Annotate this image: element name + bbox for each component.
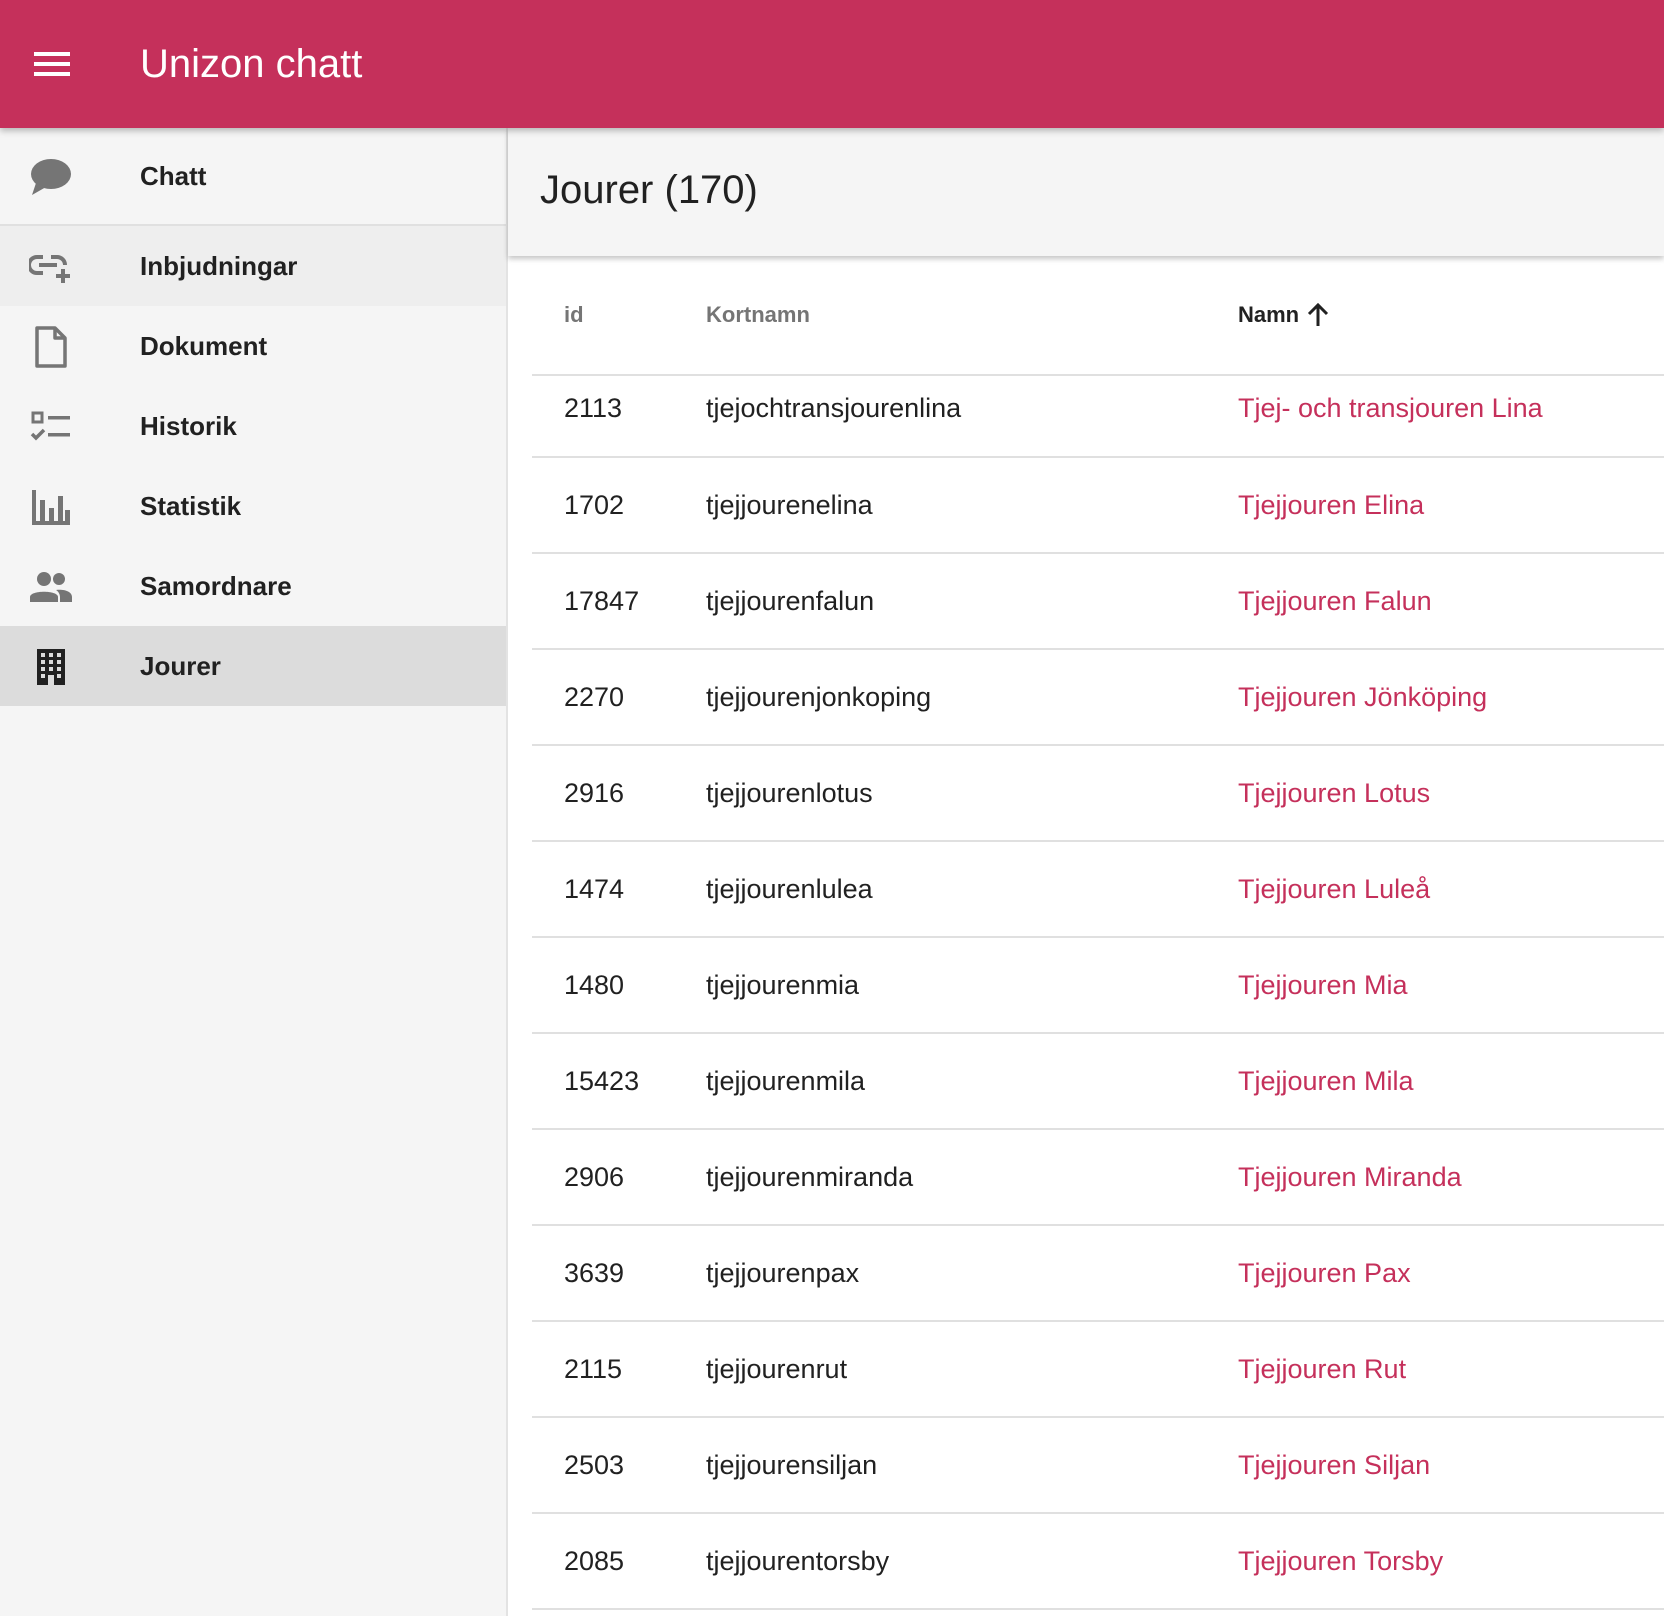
- cell-kortnamn: tjejjourenfalun: [706, 586, 875, 616]
- table-row[interactable]: 2113 tjejochtransjourenlina Tjej- och tran…: [532, 376, 1664, 458]
- main-content: Jourer (170) id Kortnamn Namn 2113 tjejoc…: [508, 128, 1664, 1616]
- cell-id: 2113: [564, 393, 623, 423]
- cell-namn-link[interactable]: Tjejjouren Rut: [1238, 1322, 1406, 1416]
- people-icon: [28, 564, 74, 610]
- column-header-namn[interactable]: Namn: [1238, 256, 1331, 374]
- checklist-icon: [28, 404, 74, 450]
- cell-namn-link[interactable]: Tjej- och transjouren Lina: [1238, 376, 1543, 440]
- table-row[interactable]: 2503 tjejjourensiljan Tjejjouren Siljan: [532, 1418, 1664, 1514]
- cell-namn-link[interactable]: Tjejjouren Pax: [1238, 1226, 1411, 1320]
- app-bar: Unizon chatt: [0, 0, 1664, 128]
- cell-namn-link[interactable]: Tjejjouren Mila: [1238, 1034, 1414, 1128]
- table-row[interactable]: 1474 tjejjourenlulea Tjejjouren Luleå: [532, 842, 1664, 938]
- table-header-row: id Kortnamn Namn: [532, 256, 1664, 376]
- menu-button[interactable]: [14, 30, 90, 98]
- cell-id: 3639: [564, 1258, 625, 1288]
- cell-namn-link[interactable]: Tjejjouren Miranda: [1238, 1130, 1462, 1224]
- table-row[interactable]: 2085 tjejjourentorsby Tjejjouren Torsby: [532, 1514, 1664, 1610]
- cell-kortnamn: tjejochtransjourenlina: [706, 393, 962, 423]
- cell-namn-link[interactable]: Tjejjouren Elina: [1238, 458, 1424, 552]
- cell-kortnamn: tjejjourenelina: [706, 490, 873, 520]
- table-row[interactable]: 3639 tjejjourenpax Tjejjouren Pax: [532, 1226, 1664, 1322]
- sidebar-item-label: Chatt: [140, 161, 207, 191]
- page-title: Jourer (170): [540, 168, 758, 212]
- sidebar-item-label: Dokument: [140, 331, 268, 361]
- cell-namn-link[interactable]: Tjejjouren Jönköping: [1238, 650, 1487, 744]
- cell-kortnamn: tjejjourenjonkoping: [706, 682, 932, 712]
- building-icon: [28, 644, 74, 690]
- cell-kortnamn: tjejjourensiljan: [706, 1450, 878, 1480]
- cell-kortnamn: tjejjourenlotus: [706, 778, 873, 808]
- table-row[interactable]: 2115 tjejjourenrut Tjejjouren Rut: [532, 1322, 1664, 1418]
- column-header-id[interactable]: id: [564, 256, 584, 374]
- table-row[interactable]: 17847 tjejjourenfalun Tjejjouren Falun: [532, 554, 1664, 650]
- table-row[interactable]: 15423 tjejjourenmila Tjejjouren Mila: [532, 1034, 1664, 1130]
- table-row[interactable]: 2906 tjejjourenmiranda Tjejjouren Miranda: [532, 1130, 1664, 1226]
- cell-id: 17847: [564, 586, 640, 616]
- cell-kortnamn: tjejjourentorsby: [706, 1546, 890, 1576]
- sort-ascending-arrow-icon: [1308, 302, 1329, 326]
- sidebar-item-samordnare[interactable]: Samordnare: [0, 546, 506, 626]
- sidebar-item-chatt[interactable]: Chatt: [0, 128, 506, 226]
- sidebar-item-label: Statistik: [140, 491, 242, 521]
- table-body: 2113 tjejochtransjourenlina Tjej- och tran…: [532, 376, 1664, 1610]
- column-header-label: Namn: [1238, 302, 1300, 327]
- cell-id: 15423: [564, 1066, 640, 1096]
- bar-chart-icon: [28, 484, 74, 530]
- document-icon: [28, 324, 74, 370]
- sidebar-item-label: Samordnare: [140, 571, 292, 601]
- sidebar-item-label: Inbjudningar: [140, 251, 298, 281]
- cell-namn-link[interactable]: Tjejjouren Siljan: [1238, 1418, 1430, 1512]
- sidebar-item-dokument[interactable]: Dokument: [0, 306, 506, 386]
- hamburger-menu-icon: [34, 52, 70, 76]
- cell-kortnamn: tjejjourenmia: [706, 970, 860, 1000]
- cell-namn-link[interactable]: Tjejjouren Mia: [1238, 938, 1408, 1032]
- chat-bubble-icon: [28, 154, 74, 200]
- cell-kortnamn: tjejjourenrut: [706, 1354, 848, 1384]
- cell-kortnamn: tjejjourenmila: [706, 1066, 866, 1096]
- table-row[interactable]: 1702 tjejjourenelina Tjejjouren Elina: [532, 458, 1664, 554]
- cell-namn-link[interactable]: Tjejjouren Torsby: [1238, 1514, 1443, 1608]
- cell-namn-link[interactable]: Tjejjouren Falun: [1238, 554, 1432, 648]
- cell-id: 2085: [564, 1546, 625, 1576]
- cell-id: 2270: [564, 682, 625, 712]
- cell-id: 2906: [564, 1162, 625, 1192]
- cell-id: 2115: [564, 1354, 623, 1384]
- cell-kortnamn: tjejjourenlulea: [706, 874, 873, 904]
- table-row[interactable]: 2270 tjejjourenjonkoping Tjejjouren Jönköp…: [532, 650, 1664, 746]
- column-header-kortnamn[interactable]: Kortnamn: [706, 256, 810, 374]
- table-row[interactable]: 2916 tjejjourenlotus Tjejjouren Lotus: [532, 746, 1664, 842]
- sidebar: Chatt Inbjudningar Dokument Historik Sta…: [0, 128, 508, 1616]
- sidebar-item-label: Jourer: [140, 651, 221, 681]
- jourer-table: id Kortnamn Namn 2113 tjejochtransjourenl…: [532, 256, 1664, 1610]
- cell-id: 1702: [564, 490, 625, 520]
- app-title: Unizon chatt: [140, 42, 363, 86]
- cell-id: 2503: [564, 1450, 625, 1480]
- sidebar-item-inbjudningar[interactable]: Inbjudningar: [0, 226, 506, 306]
- cell-id: 2916: [564, 778, 625, 808]
- sidebar-item-historik[interactable]: Historik: [0, 386, 506, 466]
- sidebar-item-label: Historik: [140, 411, 237, 441]
- cell-namn-link[interactable]: Tjejjouren Lotus: [1238, 746, 1430, 840]
- cell-kortnamn: tjejjourenpax: [706, 1258, 860, 1288]
- cell-kortnamn: tjejjourenmiranda: [706, 1162, 914, 1192]
- sidebar-item-statistik[interactable]: Statistik: [0, 466, 506, 546]
- cell-id: 1474: [564, 874, 625, 904]
- link-add-icon: [28, 244, 74, 290]
- cell-namn-link[interactable]: Tjejjouren Luleå: [1238, 842, 1430, 936]
- page-header: Jourer (170): [508, 128, 1664, 256]
- cell-id: 1480: [564, 970, 625, 1000]
- sidebar-item-jourer[interactable]: Jourer: [0, 626, 506, 706]
- table-row[interactable]: 1480 tjejjourenmia Tjejjouren Mia: [532, 938, 1664, 1034]
